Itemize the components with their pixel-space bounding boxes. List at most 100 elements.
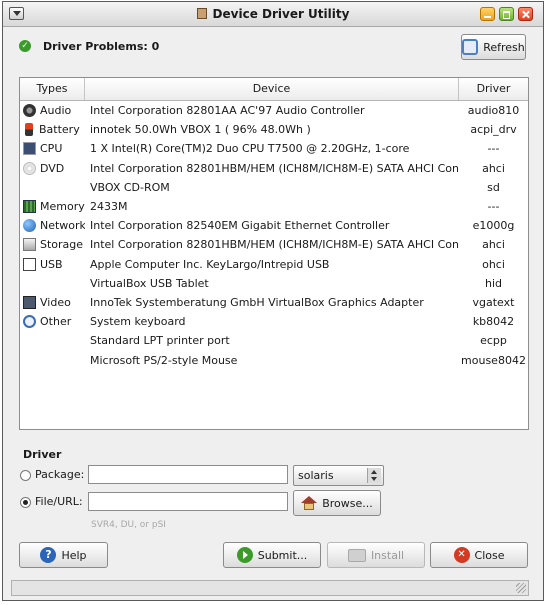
package-radio[interactable] <box>20 470 31 481</box>
driver-cell: audio810 <box>467 104 520 118</box>
table-row[interactable]: Storage Intel Corporation 82801HBM/HEM (I… <box>20 235 528 254</box>
device-cell: 1 X Intel(R) Core(TM)2 Duo CPU T7500 @ 2… <box>90 142 410 156</box>
type-label: Memory <box>40 200 85 214</box>
type-label: Battery <box>39 123 80 137</box>
column-header-types[interactable]: Types <box>20 78 85 100</box>
device-cell: InnoTek Systemberatung GmbH VirtualBox G… <box>90 295 424 309</box>
audio-icon <box>23 104 36 118</box>
network-icon <box>23 219 36 233</box>
driver-cell: ohci <box>482 257 505 271</box>
driver-cell: ahci <box>482 161 505 175</box>
check-icon: ✓ <box>19 40 31 52</box>
type-label: Video <box>40 295 71 309</box>
package-input[interactable] <box>88 465 288 484</box>
type-label: Audio <box>40 104 72 118</box>
driver-cell: acpi_drv <box>470 123 517 137</box>
type-cell: CPU <box>20 142 85 156</box>
table-row[interactable]: VBOX CD-ROM sd <box>20 178 528 197</box>
browse-button[interactable]: Browse... <box>293 490 381 516</box>
table-row[interactable]: USB Apple Computer Inc. KeyLargo/Intrepid… <box>20 255 528 274</box>
select-arrows-icon <box>367 468 381 483</box>
driver-problems-status: Driver Problems: 0 <box>43 40 160 53</box>
table-row[interactable]: Standard LPT printer port ecpp <box>20 331 528 350</box>
cpu-icon <box>23 142 36 156</box>
minimize-button[interactable] <box>480 7 495 21</box>
status-bar <box>11 580 529 596</box>
table-body: Audio Intel Corporation 82801AA AC'97 Aud… <box>20 101 528 370</box>
help-label: Help <box>61 548 87 562</box>
device-cell: Intel Corporation 82540EM Gigabit Ethern… <box>90 219 390 233</box>
maximize-button[interactable] <box>499 7 514 21</box>
device-cell: VirtualBox USB Tablet <box>90 276 209 290</box>
close-button[interactable]: ✕ Close <box>430 542 528 568</box>
type-cell: Memory <box>20 200 85 214</box>
battery-icon <box>25 123 33 137</box>
type-cell: Storage <box>20 238 85 252</box>
type-label: CPU <box>40 142 63 156</box>
close-icon: ✕ <box>453 547 470 563</box>
install-label: Install <box>370 548 405 562</box>
submit-button[interactable]: Submit... <box>223 542 321 568</box>
table-row[interactable]: VirtualBox USB Tablet hid <box>20 274 528 293</box>
refresh-label: Refresh <box>483 40 525 54</box>
device-cell: 2433M <box>90 200 128 214</box>
video-icon <box>23 295 36 309</box>
type-cell: DVD <box>20 161 85 175</box>
close-label: Close <box>474 548 505 562</box>
window-title-wrap: Device Driver Utility <box>3 7 543 21</box>
table-row[interactable]: Battery innotek 50.0Wh VBOX 1 ( 96% 48.0W… <box>20 120 528 139</box>
driver-cell: ecpp <box>480 334 507 348</box>
device-cell: Apple Computer Inc. KeyLargo/Intrepid US… <box>90 257 330 271</box>
install-icon <box>347 548 366 562</box>
type-label: USB <box>40 257 63 271</box>
install-button[interactable]: Install <box>327 542 425 568</box>
driver-cell: sd <box>487 180 500 194</box>
submit-icon <box>236 547 253 563</box>
device-cell: Standard LPT printer port <box>90 334 230 348</box>
window-title: Device Driver Utility <box>212 7 350 21</box>
table-row[interactable]: Audio Intel Corporation 82801AA AC'97 Aud… <box>20 101 528 120</box>
file-url-radio[interactable] <box>20 497 31 508</box>
type-label: Network <box>40 219 85 233</box>
driver-cell: --- <box>487 142 500 156</box>
driver-cell: ahci <box>482 238 505 252</box>
app-icon <box>196 8 207 19</box>
help-button[interactable]: ? Help <box>19 542 108 568</box>
window-close-button[interactable] <box>518 7 533 21</box>
column-header-device[interactable]: Device <box>85 78 459 100</box>
device-cell: Intel Corporation 82801AA AC'97 Audio Co… <box>90 104 365 118</box>
resize-grip-icon[interactable] <box>516 583 526 593</box>
table-row[interactable]: Other System keyboard kb8042 <box>20 312 528 331</box>
type-cell: Video <box>20 295 85 309</box>
driver-cell: e1000g <box>472 219 515 233</box>
dvd-icon <box>23 161 36 175</box>
table-row[interactable]: DVD Intel Corporation 82801HBM/HEM (ICH8M… <box>20 159 528 178</box>
driver-cell: hid <box>484 276 502 290</box>
table-row[interactable]: Video InnoTek Systemberatung GmbH Virtual… <box>20 293 528 312</box>
type-cell: Audio <box>20 104 85 118</box>
type-label: Other <box>40 315 72 329</box>
file-url-input[interactable] <box>88 492 288 511</box>
type-cell: Network <box>20 219 85 233</box>
memory-icon <box>23 200 36 214</box>
table-row[interactable]: Network Intel Corporation 82540EM Gigabit… <box>20 216 528 235</box>
type-cell: USB <box>20 257 85 271</box>
device-cell: Intel Corporation 82801HBM/HEM (ICH8M/IC… <box>90 238 459 252</box>
title-bar: Device Driver Utility <box>3 2 543 27</box>
driver-cell: --- <box>487 200 500 214</box>
file-url-label: File/URL: <box>35 495 83 508</box>
driver-cell: vgatext <box>472 295 515 309</box>
table-header: Types Device Driver <box>20 78 528 101</box>
refresh-button[interactable]: Refresh <box>461 34 526 60</box>
other-icon <box>23 315 36 329</box>
device-cell: VBOX CD-ROM <box>90 180 170 194</box>
package-type-select[interactable]: solaris <box>293 465 384 486</box>
column-header-driver[interactable]: Driver <box>459 78 528 100</box>
file-type-hint: SVR4, DU, or pSI <box>91 520 166 530</box>
help-icon: ? <box>40 547 57 563</box>
usb-icon <box>23 257 36 271</box>
table-row[interactable]: Microsoft PS/2-style Mouse mouse8042 <box>20 350 528 369</box>
table-row[interactable]: Memory 2433M --- <box>20 197 528 216</box>
driver-cell: kb8042 <box>472 315 515 329</box>
table-row[interactable]: CPU 1 X Intel(R) Core(TM)2 Duo CPU T7500 … <box>20 139 528 158</box>
